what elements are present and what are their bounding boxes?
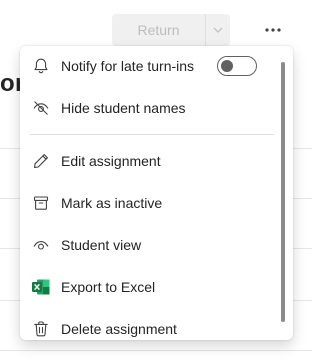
menu-item-notify-late-turn-ins[interactable]: Notify for late turn-ins <box>20 46 282 86</box>
menu-scrollbar[interactable] <box>281 62 285 322</box>
eye-icon <box>31 235 51 255</box>
menu-item-student-view[interactable]: Student view <box>20 225 282 265</box>
menu-item-label: Export to Excel <box>61 279 156 295</box>
eye-off-icon <box>31 98 51 118</box>
bell-icon <box>31 56 51 76</box>
return-dropdown-chevron-icon[interactable] <box>206 14 230 46</box>
toggle-knob <box>221 60 233 72</box>
menu-item-label: Student view <box>61 237 142 253</box>
menu-item-export-to-excel[interactable]: Export to Excel <box>20 267 282 307</box>
return-button[interactable]: Return <box>112 14 206 46</box>
menu-item-mark-as-inactive[interactable]: Mark as inactive <box>20 183 282 223</box>
menu-item-label: Delete assignment <box>61 321 177 337</box>
menu-item-hide-student-names[interactable]: Hide student names <box>20 88 282 128</box>
trash-icon <box>31 319 51 339</box>
menu-item-label: Mark as inactive <box>61 195 163 211</box>
archive-icon <box>31 193 51 213</box>
menu-item-label: Hide student names <box>61 100 186 116</box>
background-divider <box>0 350 312 351</box>
notify-late-turn-ins-toggle[interactable] <box>217 56 257 76</box>
more-options-icon[interactable] <box>259 18 287 42</box>
menu-item-label: Edit assignment <box>61 153 161 169</box>
assignment-options-menu: Notify for late turn-ins Hide student na… <box>20 46 293 340</box>
excel-icon <box>31 277 51 297</box>
menu-item-delete-assignment[interactable]: Delete assignment <box>20 309 282 340</box>
pencil-icon <box>31 151 51 171</box>
menu-divider <box>30 134 274 135</box>
return-split-button[interactable]: Return <box>112 14 230 46</box>
menu-item-edit-assignment[interactable]: Edit assignment <box>20 141 282 181</box>
menu-item-label: Notify for late turn-ins <box>61 58 195 74</box>
